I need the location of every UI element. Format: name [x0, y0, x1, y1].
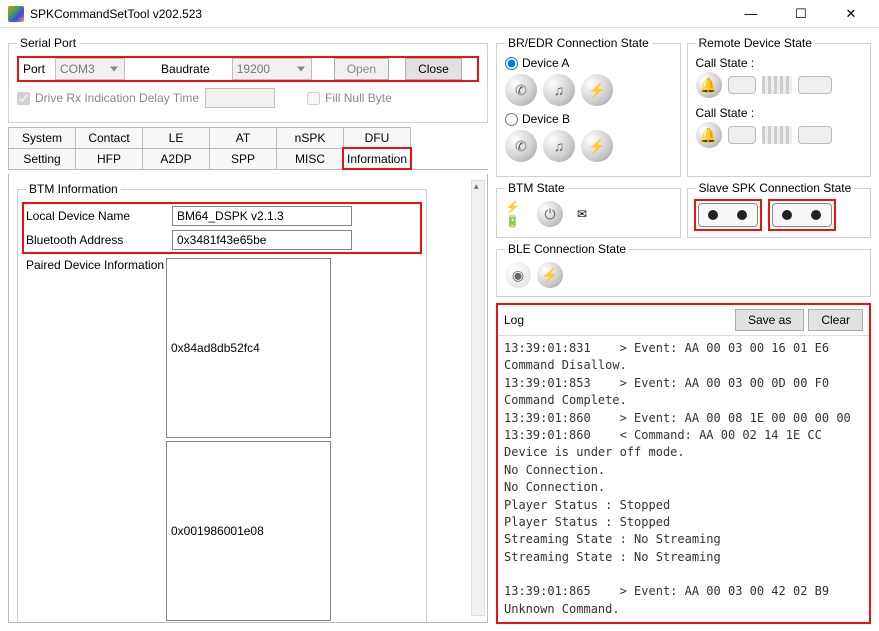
- signal-a-icon: [762, 76, 792, 94]
- local-name-input[interactable]: [172, 206, 352, 226]
- clear-button[interactable]: Clear: [808, 309, 863, 331]
- battery-b-icon: [798, 126, 832, 144]
- close-window-button[interactable]: ✕: [831, 2, 871, 26]
- slave-spk-group: Slave SPK Connection State: [687, 181, 872, 238]
- maximize-button[interactable]: ☐: [781, 2, 821, 26]
- drive-rx-delay-input[interactable]: [205, 88, 275, 108]
- tab-system[interactable]: System: [8, 127, 76, 148]
- titlebar: SPKCommandSetTool v202.523 — ☐ ✕: [0, 0, 879, 28]
- bredr-legend: BR/EDR Connection State: [505, 36, 652, 50]
- bell-a-icon: 🔔: [696, 72, 722, 98]
- baud-label: Baudrate: [161, 62, 210, 76]
- tab-dfu[interactable]: DFU: [343, 127, 411, 148]
- tab-at[interactable]: AT: [209, 127, 277, 148]
- music-icon: ♫: [543, 74, 575, 106]
- log-textarea[interactable]: 13:39:01:831 > Event: AA 00 03 00 16 01 …: [498, 335, 869, 622]
- btm-info-legend: BTM Information: [26, 182, 121, 196]
- tab-spp[interactable]: SPP: [209, 148, 277, 169]
- slave-spk-legend: Slave SPK Connection State: [696, 181, 855, 195]
- drive-rx-checkbox[interactable]: Drive Rx Indication Delay Time: [17, 91, 199, 105]
- spk-slot-1: [696, 201, 760, 229]
- device-a-radio[interactable]: Device A: [505, 56, 672, 70]
- serial-port-group: Serial Port Port COM3 Baudrate 19200 Ope…: [8, 36, 488, 123]
- fill-null-checkbox[interactable]: Fill Null Byte: [307, 91, 392, 105]
- btm-state-group: BTM State ⚡🔋 ⏻ ✉: [496, 181, 681, 238]
- paired-label: Paired Device Information: [26, 258, 166, 272]
- baud-combo[interactable]: 19200: [232, 58, 312, 80]
- serial-port-legend: Serial Port: [17, 36, 79, 50]
- call-state-a-label: Call State :: [696, 56, 863, 70]
- power-icon: ⏻: [537, 201, 563, 227]
- music-b-icon: ♫: [543, 130, 575, 162]
- ble-group: BLE Connection State ◉ ⚡: [496, 242, 871, 297]
- app-icon: [8, 6, 24, 22]
- tab-hfp[interactable]: HFP: [75, 148, 143, 169]
- tab-nspk[interactable]: nSPK: [276, 127, 344, 148]
- tab-misc[interactable]: MISC: [276, 148, 344, 169]
- log-panel: Log Save as Clear 13:39:01:831 > Event: …: [496, 303, 871, 624]
- bt-addr-label: Bluetooth Address: [26, 233, 166, 247]
- local-name-label: Local Device Name: [26, 209, 166, 223]
- battery-a-icon: [798, 76, 832, 94]
- paired-0[interactable]: [166, 258, 331, 438]
- paired-1[interactable]: [166, 441, 331, 621]
- tab-contact[interactable]: Contact: [75, 127, 143, 148]
- call-state-b-label: Call State :: [696, 106, 863, 120]
- tab-scrollbar[interactable]: [471, 180, 485, 616]
- device-b-radio[interactable]: Device B: [505, 112, 672, 126]
- close-button[interactable]: Close: [405, 58, 462, 80]
- plug-a-icon: ⚡: [581, 74, 613, 106]
- drive-rx-checkbox-input[interactable]: [17, 92, 30, 105]
- log-label: Log: [504, 313, 731, 327]
- port-label: Port: [19, 60, 49, 78]
- serial-port-highlight: Port COM3 Baudrate 19200 Open Close: [17, 56, 479, 82]
- btm-info-highlight: Local Device Name Bluetooth Address: [24, 204, 420, 252]
- open-button[interactable]: Open: [334, 58, 389, 80]
- tab-a2dp[interactable]: A2DP: [142, 148, 210, 169]
- bredr-group: BR/EDR Connection State Device A ✆ ♫ ⚡ D…: [496, 36, 681, 177]
- spk-slot-2: [770, 201, 834, 229]
- tab-information[interactable]: Information: [343, 148, 411, 169]
- window-title: SPKCommandSetTool v202.523: [30, 7, 731, 21]
- bt-addr-input[interactable]: [172, 230, 352, 250]
- fill-null-checkbox-input[interactable]: [307, 92, 320, 105]
- port-combo[interactable]: COM3: [55, 58, 125, 80]
- phone-b-icon: ✆: [505, 130, 537, 162]
- mail-icon: ✉: [569, 202, 595, 226]
- btm-state-legend: BTM State: [505, 181, 568, 195]
- btm-info-group: BTM Information Local Device Name Blueto…: [17, 182, 427, 623]
- ble-plug-icon: ⚡: [537, 262, 563, 288]
- signal-b-icon: [762, 126, 792, 144]
- tab-bar: System Contact LE AT nSPK DFU Setting HF…: [8, 127, 488, 170]
- save-as-button[interactable]: Save as: [735, 309, 804, 331]
- remote-state-group: Remote Device State Call State : 🔔 Call …: [687, 36, 872, 177]
- minimize-button[interactable]: —: [731, 2, 771, 26]
- tab-setting[interactable]: Setting: [8, 148, 76, 169]
- phone-icon: ✆: [505, 74, 537, 106]
- tab-content-information: BTM Information Local Device Name Blueto…: [8, 174, 488, 623]
- bell-b-icon: 🔔: [696, 122, 722, 148]
- tab-le[interactable]: LE: [142, 127, 210, 148]
- charge-icon: ⚡🔋: [505, 202, 531, 226]
- handset-a-icon: [728, 76, 756, 94]
- ble-rss-icon: ◉: [505, 262, 531, 288]
- ble-legend: BLE Connection State: [505, 242, 629, 256]
- remote-state-legend: Remote Device State: [696, 36, 815, 50]
- handset-b-icon: [728, 126, 756, 144]
- plug-b-icon: ⚡: [581, 130, 613, 162]
